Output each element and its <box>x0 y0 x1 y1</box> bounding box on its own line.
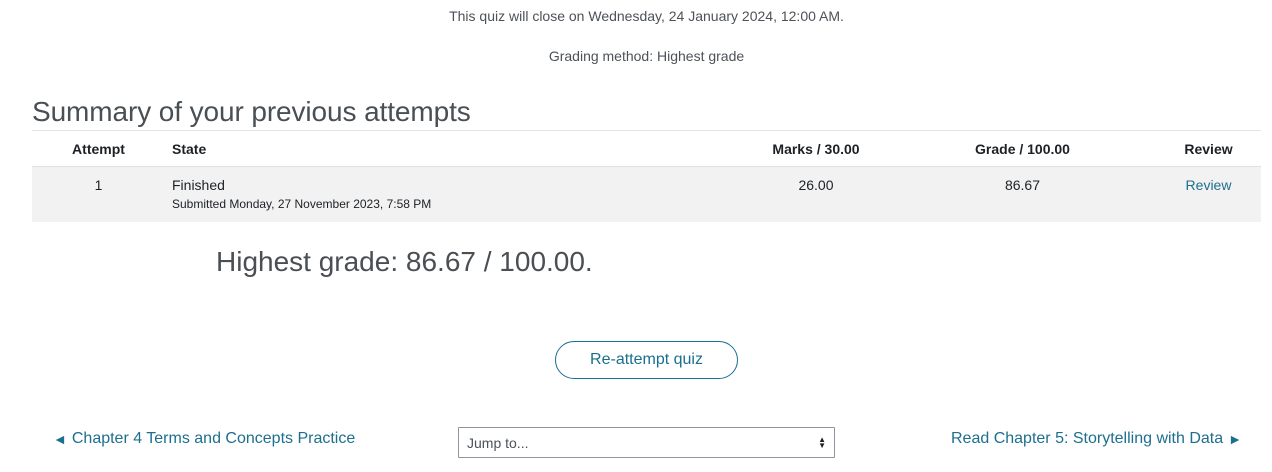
attempt-grade: 86.67 <box>1004 177 1041 193</box>
attempt-review-cell: Review <box>1156 167 1261 222</box>
previous-activity-link[interactable]: ◄ Chapter 4 Terms and Concepts Practice <box>53 430 355 448</box>
next-activity-link[interactable]: Read Chapter 5: Storytelling with Data ► <box>951 430 1242 448</box>
previous-activity-label: Chapter 4 Terms and Concepts Practice <box>71 430 356 447</box>
attempts-table: Attempt State Marks / 30.00 Grade / 100.… <box>32 130 1261 222</box>
attempt-submitted-time: Submitted Monday, 27 November 2023, 7:58… <box>172 197 432 211</box>
grading-method: Grading method: Highest grade <box>548 48 745 64</box>
column-header-review: Review <box>1184 140 1233 157</box>
quiz-close-notice: This quiz will close on Wednesday, 24 Ja… <box>449 8 844 24</box>
review-link[interactable]: Review <box>1186 177 1232 193</box>
jump-to-select[interactable]: Jump to... ▲ ▼ <box>458 427 835 458</box>
table-row: 1 Finished Submitted Monday, 27 November… <box>32 166 1261 222</box>
left-triangle-icon: ◄ <box>53 431 67 447</box>
attempts-table-header: Attempt State Marks / 30.00 Grade / 100.… <box>32 130 1261 167</box>
column-header-state: State <box>172 140 207 157</box>
reattempt-quiz-button[interactable]: Re-attempt quiz <box>555 341 738 379</box>
summary-heading: Summary of your previous attempts <box>32 96 471 127</box>
next-activity-label: Read Chapter 5: Storytelling with Data <box>951 430 1224 447</box>
select-caret-icon: ▲ ▼ <box>818 434 826 450</box>
column-header-attempt: Attempt <box>72 140 125 157</box>
column-header-marks: Marks / 30.00 <box>772 140 860 157</box>
jump-to-value: Jump to... <box>467 434 529 451</box>
quiz-view-page: This quiz will close on Wednesday, 24 Ja… <box>0 0 1272 472</box>
column-header-grade: Grade / 100.00 <box>975 140 1070 157</box>
attempt-number: 1 <box>94 177 103 193</box>
attempt-state-cell: Finished Submitted Monday, 27 November 2… <box>165 167 743 222</box>
attempt-state: Finished <box>172 177 225 193</box>
right-triangle-icon: ► <box>1228 431 1242 447</box>
highest-grade-feedback: Highest grade: 86.67 / 100.00. <box>216 246 593 277</box>
attempt-marks: 26.00 <box>798 177 834 193</box>
